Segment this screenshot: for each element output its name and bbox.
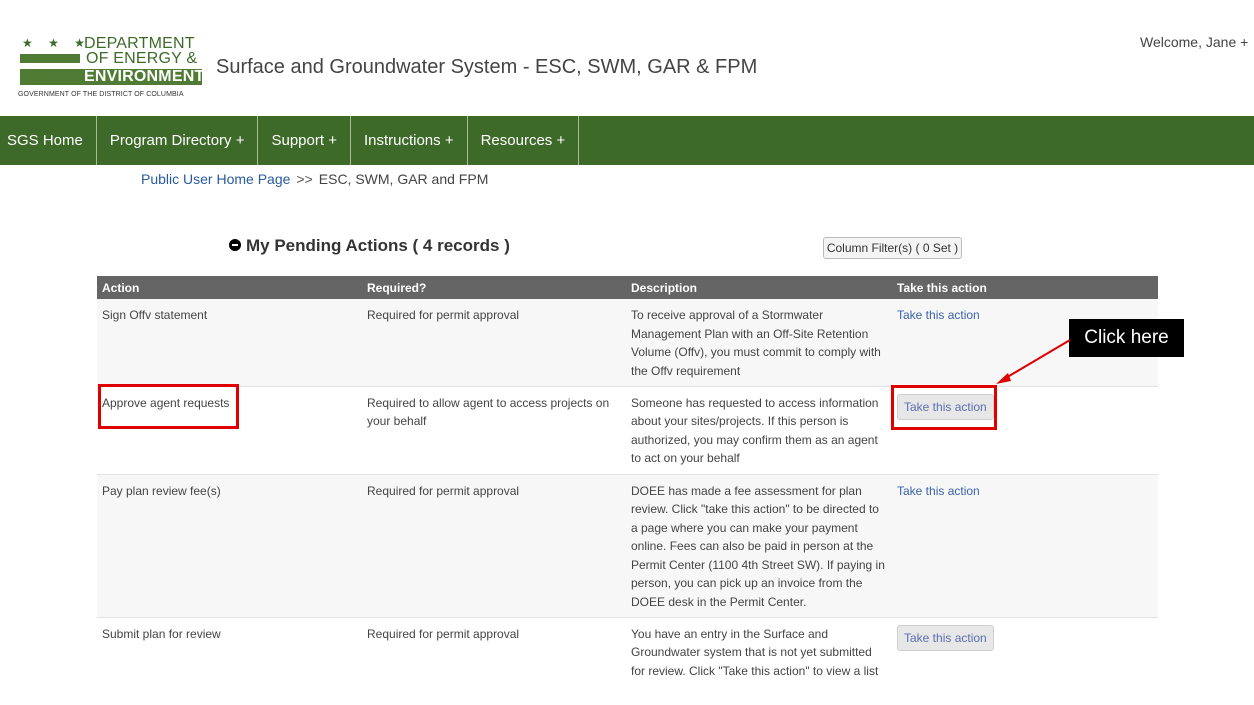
cell-action: Pay plan review fee(s) — [97, 474, 362, 618]
cell-required: Required to allow agent to access projec… — [362, 386, 626, 475]
breadcrumb: Public User Home Page >> ESC, SWM, GAR and… — [141, 171, 488, 187]
breadcrumb-home-link[interactable]: Public User Home Page — [141, 171, 290, 187]
column-header-required[interactable]: Required? — [362, 276, 626, 299]
take-action-link[interactable]: Take this action — [892, 474, 1158, 618]
breadcrumb-current: ESC, SWM, GAR and FPM — [318, 171, 489, 187]
table-header-row: Action Required? Description Take this a… — [97, 276, 1158, 299]
cell-description: You have an entry in the Surface and Gro… — [626, 617, 892, 688]
cell-action: Submit plan for review — [97, 617, 362, 688]
table-row: Pay plan review fee(s) Required for perm… — [97, 474, 1158, 618]
highlight-take-action-button — [891, 385, 997, 430]
column-header-take-action[interactable]: Take this action — [892, 276, 1158, 299]
logo-tagline: GOVERNMENT OF THE DISTRICT OF COLUMBIA — [18, 91, 184, 98]
breadcrumb-separator: >> — [296, 171, 313, 187]
table-row: Submit plan for review Required for perm… — [97, 617, 1158, 688]
logo-line3: ENVIRONMENT — [84, 68, 205, 85]
column-filter-button[interactable]: Column Filter(s) ( 0 Set ) — [823, 237, 962, 259]
cell-required: Required for permit approval — [362, 617, 626, 688]
doee-logo[interactable]: ★ ★ ★ DEPARTMENT OF ENERGY & ENVIRONMENT… — [18, 36, 205, 102]
nav-sgs-home[interactable]: SGS Home — [0, 116, 97, 165]
logo-line2: OF ENERGY & — [84, 50, 200, 67]
logo-stars: ★ ★ ★ — [22, 36, 91, 50]
cell-action: Sign Offv statement — [97, 299, 362, 387]
take-action-cell: Take this action — [892, 617, 1158, 688]
pending-actions-title: My Pending Actions ( 4 records ) — [246, 236, 510, 255]
cell-description: Someone has requested to access informat… — [626, 386, 892, 475]
take-action-button[interactable]: Take this action — [897, 624, 994, 651]
column-header-description[interactable]: Description — [626, 276, 892, 299]
main-nav: SGS Home Program Directory + Support + I… — [0, 116, 1254, 165]
nav-program-directory[interactable]: Program Directory + — [97, 116, 259, 165]
page-bottom-mask — [0, 682, 1254, 705]
cell-description: To receive approval of a Stormwater Mana… — [626, 299, 892, 387]
column-header-action[interactable]: Action — [97, 276, 362, 299]
nav-resources[interactable]: Resources + — [468, 116, 580, 165]
app-title: Surface and Groundwater System - ESC, SW… — [216, 56, 758, 78]
cell-description: DOEE has made a fee assessment for plan … — [626, 474, 892, 618]
collapse-icon[interactable] — [229, 239, 241, 251]
pending-actions-header: My Pending Actions ( 4 records ) — [229, 236, 510, 256]
cell-required: Required for permit approval — [362, 474, 626, 618]
nav-support[interactable]: Support + — [258, 116, 351, 165]
cell-required: Required for permit approval — [362, 299, 626, 387]
highlight-approve-agent — [98, 384, 239, 429]
callout-arrow-icon — [996, 339, 1071, 384]
logo-bar — [20, 54, 80, 63]
table-row: Approve agent requests Required to allow… — [97, 386, 1158, 475]
nav-instructions[interactable]: Instructions + — [351, 116, 468, 165]
click-here-callout: Click here — [1069, 319, 1184, 357]
user-menu[interactable]: Welcome, Jane + — [1140, 34, 1248, 50]
